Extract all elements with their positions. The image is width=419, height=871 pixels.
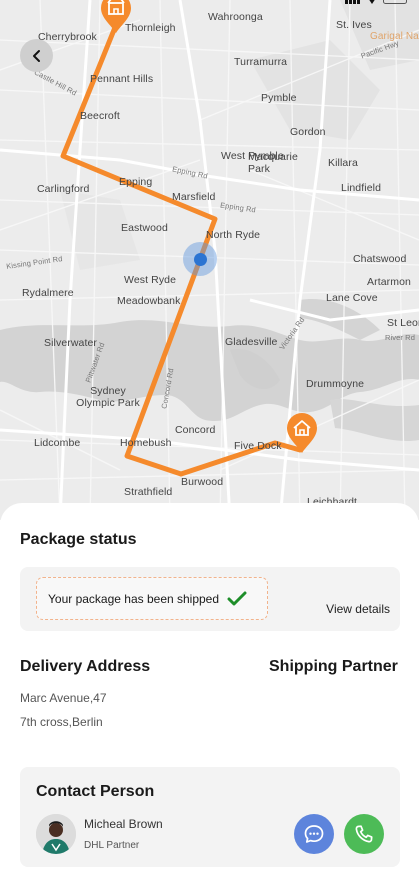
map-label: Homebush (120, 437, 172, 449)
map[interactable]: Wahroonga Cherrybrook Thornleigh St. Ive… (0, 0, 419, 520)
view-details-link[interactable]: View details (326, 602, 390, 616)
chat-icon (304, 825, 324, 843)
origin-store-pin[interactable] (99, 0, 133, 34)
map-label: Drummoyne (306, 378, 365, 390)
package-status-title: Package status (20, 531, 137, 548)
map-label: Killara (328, 157, 358, 169)
status-bar (345, 0, 409, 4)
chat-button[interactable] (294, 814, 334, 854)
map-label: Lindfield (341, 182, 382, 194)
contact-name: Micheal Brown (84, 817, 163, 831)
map-label: Lane Cove (326, 292, 378, 304)
avatar (36, 814, 76, 854)
current-location-marker (183, 242, 217, 276)
map-label: Marsfield (172, 191, 216, 203)
map-label: West Ryde (124, 274, 177, 286)
map-label: Five Dock (234, 440, 282, 452)
map-label: Silverwater (44, 337, 98, 349)
status-message-pill: Your package has been shipped (36, 577, 268, 620)
contact-person-card: Contact Person Micheal Brown DHL Partner (20, 767, 400, 867)
status-message: Your package has been shipped (48, 591, 220, 606)
map-label: Meadowbank (117, 295, 181, 307)
destination-home-pin[interactable] (285, 412, 319, 454)
map-label: Macquarie Park (248, 151, 298, 175)
chevron-left-icon (32, 49, 40, 62)
contact-person-title: Contact Person (36, 783, 155, 800)
check-icon (227, 591, 247, 607)
map-label: Rydalmere (22, 287, 74, 299)
map-label: Epping (119, 176, 153, 188)
battery-icon (383, 0, 407, 4)
contact-role: DHL Partner (84, 840, 140, 851)
wifi-icon (369, 0, 375, 4)
map-label: St Leonards (387, 317, 419, 329)
map-label: Lidcombe (34, 437, 81, 449)
address-line-1: Marc Avenue,47 (20, 691, 107, 705)
signal-icon (345, 0, 360, 4)
map-label: Pennant Hills (90, 73, 154, 85)
map-label: Eastwood (121, 222, 168, 234)
back-button[interactable] (20, 39, 53, 72)
road-label: River Rd (385, 333, 415, 342)
map-label: Concord (175, 424, 216, 436)
address-line-2: 7th cross,Berlin (20, 715, 103, 729)
map-label: Gordon (290, 126, 326, 138)
map-label: Wahroonga (208, 11, 263, 23)
map-label: Artarmon (367, 276, 411, 288)
map-label: St. Ives (336, 19, 372, 31)
delivery-address-title: Delivery Address (20, 658, 151, 675)
shipping-partner-title: Shipping Partner (269, 658, 398, 675)
map-label: Sydney Olympic Park (76, 385, 140, 409)
map-label: Strathfield (124, 486, 173, 498)
package-status-card: Your package has been shipped View detai… (20, 567, 400, 631)
map-label: Gladesville (225, 336, 278, 348)
map-label: Carlingford (37, 183, 90, 195)
package-details-sheet: Package status Your package has been shi… (0, 503, 419, 871)
call-button[interactable] (344, 814, 384, 854)
phone-icon (355, 825, 373, 843)
map-label: Chatswood (353, 253, 407, 265)
map-label: Beecroft (80, 110, 120, 122)
map-label: Burwood (181, 476, 224, 488)
map-label: Pymble (261, 92, 297, 104)
map-label: Cherrybrook (38, 31, 97, 43)
current-location-dot (193, 252, 207, 266)
map-label: Turramurra (234, 56, 288, 68)
map-label: North Ryde (206, 229, 261, 241)
